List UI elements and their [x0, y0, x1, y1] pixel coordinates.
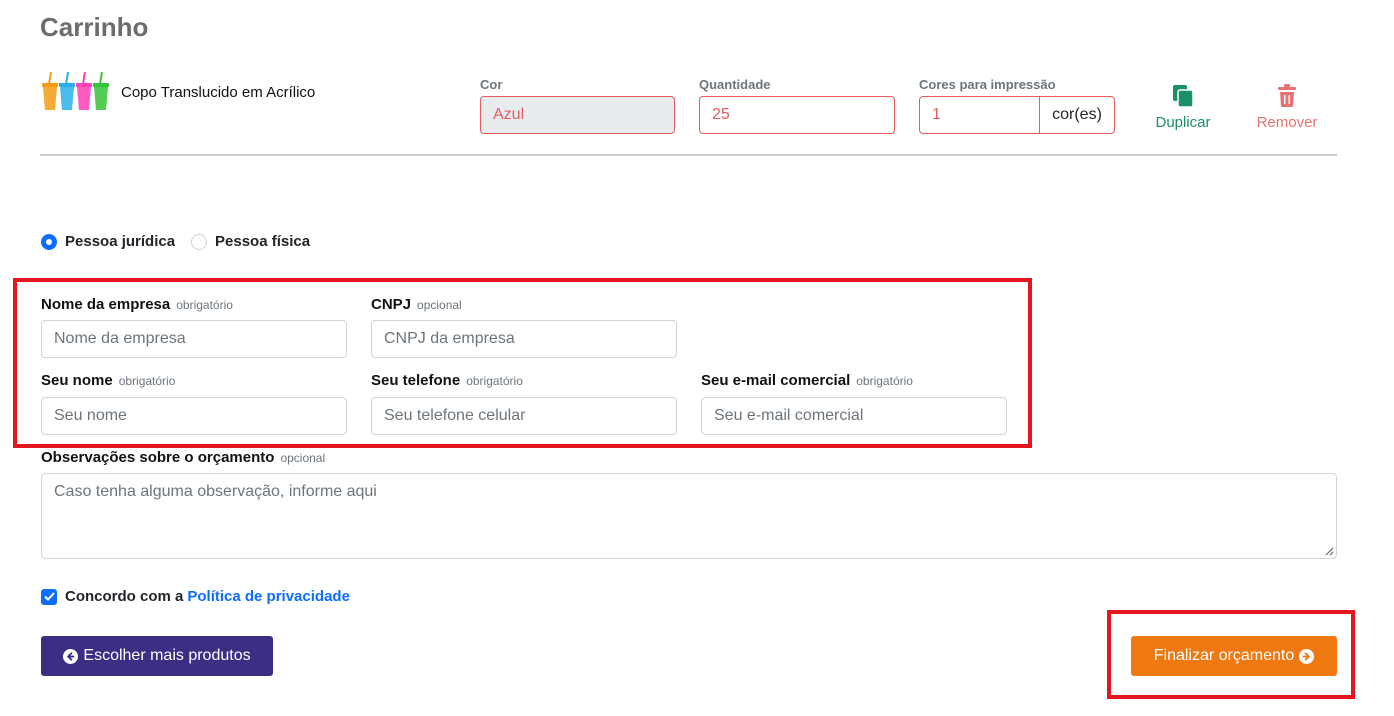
finish-quote-button[interactable]: Finalizar orçamento	[1131, 636, 1337, 676]
email-hint: obrigatório	[856, 374, 913, 388]
duplicate-label: Duplicar	[1155, 114, 1211, 131]
remove-button[interactable]: Remover	[1254, 84, 1320, 131]
checkbox-checked-icon	[41, 588, 57, 605]
choose-more-products-label: Escolher mais produtos	[83, 647, 251, 664]
consent-text: Concordo com a	[65, 588, 184, 605]
notes-hint: opcional	[280, 451, 326, 465]
duplicate-button[interactable]: Duplicar	[1150, 84, 1216, 131]
privacy-consent-checkbox[interactable]: Concordo com a Política de privacidade	[41, 588, 350, 605]
your-name-input[interactable]: Seu nome	[41, 397, 347, 435]
company-name-input[interactable]: Nome da empresa	[41, 320, 347, 358]
product-thumbnail	[42, 71, 109, 110]
cnpj-hint: opcional	[417, 298, 462, 312]
radio-label-fisica: Pessoa física	[215, 233, 311, 250]
choose-more-products-button[interactable]: Escolher mais produtos	[41, 636, 273, 676]
phone-label: Seu telefone obrigatório	[371, 372, 523, 389]
notes-textarea[interactable]: Caso tenha alguma observação, informe aq…	[41, 473, 1337, 559]
print-colors-addon: cor(es)	[1039, 96, 1115, 134]
print-colors-label: Cores para impressão	[919, 77, 1056, 92]
resize-grip-icon[interactable]	[1325, 547, 1334, 556]
phone-hint: obrigatório	[466, 374, 523, 388]
copy-icon	[1173, 85, 1194, 108]
radio-pessoa-juridica[interactable]: Pessoa jurídica	[41, 233, 175, 250]
arrow-right-circle-icon	[1299, 648, 1315, 664]
notes-placeholder: Caso tenha alguma observação, informe aq…	[54, 483, 377, 500]
color-field[interactable]: Azul	[480, 96, 675, 134]
email-label: Seu e-mail comercial obrigatório	[701, 372, 913, 389]
privacy-policy-link[interactable]: Política de privacidade	[187, 588, 350, 605]
email-input[interactable]: Seu e-mail comercial	[701, 397, 1007, 435]
cnpj-input[interactable]: CNPJ da empresa	[371, 320, 677, 358]
color-label: Cor	[480, 77, 503, 92]
your-name-hint: obrigatório	[118, 374, 176, 388]
radio-pessoa-fisica[interactable]: Pessoa física	[191, 233, 310, 250]
radio-checked-icon	[41, 233, 57, 250]
notes-label: Observações sobre o orçamento opcional	[41, 449, 326, 466]
phone-input[interactable]: Seu telefone celular	[371, 397, 677, 435]
radio-label-juridica: Pessoa jurídica	[65, 233, 176, 250]
company-name-label: Nome da empresa obrigatório	[41, 296, 233, 313]
product-name: Copo Translucido em Acrílico	[121, 84, 316, 101]
remove-label: Remover	[1256, 114, 1318, 131]
divider	[40, 154, 1337, 156]
trash-icon	[1278, 84, 1296, 107]
finish-quote-label: Finalizar orçamento	[1153, 647, 1295, 664]
your-name-label: Seu nome obrigatório	[41, 372, 176, 389]
cnpj-label: CNPJ opcional	[371, 296, 462, 313]
radio-unchecked-icon	[191, 233, 207, 250]
page-title: Carrinho	[40, 12, 149, 42]
quantity-label: Quantidade	[699, 77, 771, 92]
company-name-hint: obrigatório	[176, 298, 233, 312]
print-colors-field[interactable]: 1	[919, 96, 1040, 134]
quantity-field[interactable]: 25	[699, 96, 895, 134]
arrow-left-circle-icon	[63, 648, 79, 664]
